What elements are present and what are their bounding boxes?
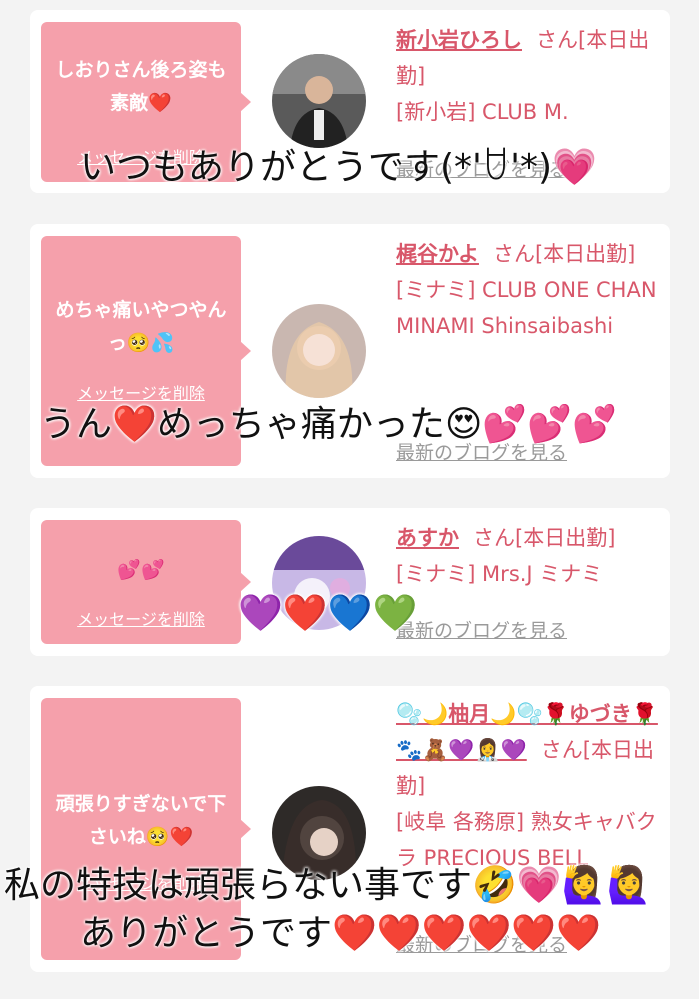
sender-info: あすか さん[本日出勤] [ミナミ] Mrs.J ミナミ xyxy=(396,520,661,592)
reply-overlay-text: ありがとうです❤️❤️❤️❤️❤️❤️ xyxy=(80,913,601,954)
sender-info: 🫧🌙柚月🌙🫧🌹ゆづき🌹🐾🧸💜👩‍⚕️💜 さん[本日出勤] [岐阜 各務原] 熟女キ… xyxy=(396,696,661,876)
sender-name-link[interactable]: 新小岩ひろし xyxy=(396,28,522,52)
sender-shop: [新小岩] CLUB M. xyxy=(396,100,569,124)
reply-overlay-text: うん❤️めっちゃ痛かった😍💕💕💕 xyxy=(40,404,617,445)
sender-name-link[interactable]: あすか xyxy=(396,526,459,550)
latest-blog-link[interactable]: 最新のブログを見る xyxy=(396,616,567,643)
sender-name-link[interactable]: 梶谷かよ xyxy=(396,242,479,266)
message-text: しおりさん後ろ姿も素敵❤️ xyxy=(55,59,227,114)
reply-overlay-text: 私の特技は頑張らない事です🤣💗🙋‍♀️🙋‍♀️ xyxy=(4,865,652,906)
sender-status: さん[本日出勤] xyxy=(492,242,636,266)
message-text: めちゃ痛いやつやんっ🥺💦 xyxy=(55,299,227,354)
reply-overlay-text: いつもありがとうです(*'ꇴ'*)💗 xyxy=(80,147,597,188)
sender-info: 新小岩ひろし さん[本日出勤] [新小岩] CLUB M. xyxy=(396,22,661,130)
sender-info: 梶谷かよ さん[本日出勤] [ミナミ] CLUB ONE CHAN MINAMI … xyxy=(396,236,661,344)
sender-shop: [ミナミ] CLUB ONE CHAN MINAMI Shinsaibashi xyxy=(396,278,657,338)
delete-message-link[interactable]: メッセージを削除 xyxy=(41,380,241,404)
message-bubble: 💕💕 メッセージを削除 xyxy=(41,520,251,644)
message-text: 頑張りすぎないで下さいね🥺❤️ xyxy=(55,793,227,848)
sender-shop: [ミナミ] Mrs.J ミナミ xyxy=(396,562,603,586)
sender-status: さん[本日出勤] xyxy=(473,526,616,550)
reply-overlay-text: 💜❤️💙💚 xyxy=(238,593,418,634)
avatar[interactable] xyxy=(272,304,366,398)
message-text: 💕💕 xyxy=(117,559,165,581)
delete-message-link[interactable]: メッセージを削除 xyxy=(41,606,241,630)
avatar[interactable] xyxy=(272,54,366,148)
